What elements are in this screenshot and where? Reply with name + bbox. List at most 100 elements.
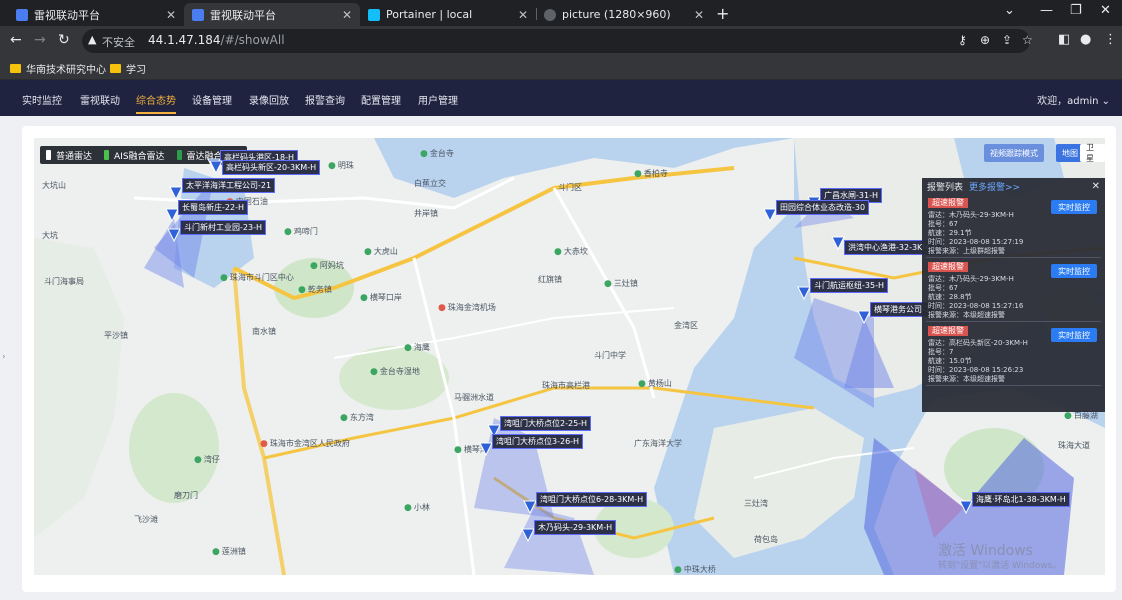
radar-label: 长蜀岛新庄-22-H — [178, 200, 248, 215]
poi-label: 飞沙滩 — [134, 515, 158, 524]
side-panel-icon[interactable]: ◧ — [1058, 32, 1070, 47]
track-mode-button[interactable]: 视频跟踪模式 — [984, 144, 1044, 162]
poi-label: 海鹰 — [404, 342, 430, 353]
browser-tab-2[interactable]: 雷视联动平台 ✕ — [184, 3, 360, 26]
satellite-layer-button[interactable]: 卫星 — [1080, 143, 1105, 163]
alert-source: 报警来源：本级超速报警 — [928, 375, 1005, 383]
portainer-favicon-icon — [368, 8, 380, 21]
url-path: /#/showAll — [220, 33, 285, 47]
legend-item: 普通雷达 — [46, 149, 92, 162]
close-icon[interactable]: ✕ — [518, 8, 528, 22]
nav-user-management[interactable]: 用户管理 — [418, 92, 458, 107]
tab-search-chevron-icon[interactable]: ⌄ — [1004, 3, 1015, 18]
poi-label: 斗门区 — [558, 183, 582, 192]
nav-radar-video-link[interactable]: 雷视联动 — [80, 92, 120, 107]
zoom-icon[interactable]: ⊕ — [980, 33, 990, 47]
alert-item: 超速报警 雷达：高栏码头新区-20-3KM-H 批号：7 航速：15.0节 时间… — [926, 324, 1101, 386]
bookmark-folder[interactable]: 华南技术研究中心 — [10, 61, 106, 76]
windows-watermark-title: 激活 Windows — [938, 543, 1033, 559]
legend-swatch — [104, 150, 110, 160]
nav-config[interactable]: 配置管理 — [361, 92, 401, 107]
live-monitor-button[interactable]: 实时监控 — [1051, 264, 1097, 278]
back-arrow-icon[interactable]: ← — [10, 32, 22, 48]
reload-icon[interactable]: ↻ — [58, 32, 70, 48]
nav-playback[interactable]: 录像回放 — [249, 92, 289, 107]
poi-label: 香柏寺 — [634, 168, 668, 179]
poi-label: 磨刀门 — [174, 491, 198, 500]
app-favicon-icon — [192, 8, 204, 21]
more-menu-icon[interactable]: ⋮ — [1104, 32, 1117, 47]
radar-pin-icon — [165, 208, 179, 222]
alert-panel-title: 报警列表 — [927, 182, 964, 193]
nav-device-management[interactable]: 设备管理 — [192, 92, 232, 107]
collapse-arrow-icon[interactable]: › — [2, 352, 6, 362]
poi-label: 大虎山 — [364, 246, 398, 257]
close-icon[interactable]: ✕ — [694, 8, 704, 22]
radar-label: 木乃码头-29-3KM-H — [534, 520, 617, 535]
live-monitor-button[interactable]: 实时监控 — [1051, 328, 1097, 342]
address-bar[interactable]: ▲ 不安全 44.1.47.184/#/showAll ⚷ ⊕ ⇪ ☆ — [82, 29, 1033, 53]
tab-title: 雷视联动平台 — [34, 8, 100, 22]
map-view[interactable]: 普通雷达 AIS融合雷达 雷达融合雷达 视频跟踪模式 地图 卫星 金台寺 明珠 … — [34, 138, 1105, 575]
poi-label: 明珠 — [328, 160, 354, 171]
poi-label: 马骝洲水道 — [454, 393, 494, 402]
poi-label: 黄杨山 — [638, 378, 672, 389]
bookmark-star-icon[interactable]: ☆ — [1022, 33, 1033, 47]
nav-realtime-monitor[interactable]: 实时监控 — [22, 92, 62, 107]
new-tab-plus-icon[interactable]: + — [716, 4, 729, 23]
windows-watermark-subtitle: 转到"设置"以激活 Windows。 — [938, 561, 1062, 571]
close-icon[interactable]: ✕ — [166, 8, 176, 22]
alert-source: 报警来源：上级群超报警 — [928, 247, 1005, 255]
poi-label: 小林 — [404, 502, 430, 513]
nav-alarm-query[interactable]: 报警查询 — [305, 92, 345, 107]
more-alerts-link[interactable]: 更多报警>> — [969, 180, 1020, 193]
nav-situation[interactable]: 综合态势 — [136, 92, 176, 114]
minimize-icon[interactable]: — — [1040, 3, 1053, 18]
forward-arrow-icon[interactable]: → — [34, 32, 46, 48]
poi-label: 乾务镇 — [298, 284, 332, 295]
folder-icon — [10, 64, 21, 73]
close-icon[interactable]: ✕ — [1092, 181, 1100, 192]
browser-tab-1[interactable]: 雷视联动平台 ✕ — [8, 3, 184, 26]
radar-label: 湾咀门大桥点位6-28-3KM-H — [536, 492, 648, 507]
poi-label: 斗门海事局 — [44, 277, 84, 286]
poi-label: 莲洲镇 — [212, 546, 246, 557]
map-card: 普通雷达 AIS融合雷达 雷达融合雷达 视频跟踪模式 地图 卫星 金台寺 明珠 … — [22, 126, 1116, 592]
warning-icon: ▲ — [88, 33, 97, 46]
radar-label: 海鹰·环岛北1-38-3KM-H — [972, 492, 1070, 507]
close-window-icon[interactable]: ✕ — [1100, 3, 1111, 18]
share-icon[interactable]: ⇪ — [1002, 33, 1012, 47]
globe-favicon-icon — [544, 8, 556, 21]
browser-tab-bar: 雷视联动平台 ✕ 雷视联动平台 ✕ Portainer | local ✕ pi… — [0, 0, 1122, 26]
poi-label: 金台寺湿地 — [370, 366, 420, 377]
bookmark-folder[interactable]: 学习 — [110, 61, 146, 76]
legend-item: AIS融合雷达 — [104, 149, 165, 162]
radar-pin-icon — [167, 228, 181, 242]
legend-swatch — [176, 150, 182, 160]
user-menu[interactable]: 欢迎，admin ⌄ — [1037, 92, 1110, 107]
radar-pin-icon — [831, 236, 845, 250]
browser-toolbar: ← → ↻ ▲ 不安全 44.1.47.184/#/showAll ⚷ ⊕ ⇪ … — [0, 26, 1122, 56]
key-icon[interactable]: ⚷ — [958, 33, 967, 47]
close-icon[interactable]: ✕ — [342, 8, 352, 22]
bookmark-label: 学习 — [126, 65, 146, 76]
radar-label: 湾咀门大桥点位2-25-H — [500, 416, 592, 431]
poi-label: 三灶湾 — [744, 499, 768, 508]
content-area: › 普通雷达 AIS融合雷达 雷达融合雷达 视频跟踪模式 地图 卫星 ● 金台寺… — [0, 116, 1122, 600]
poi-label: 荷包岛 — [754, 535, 778, 544]
app-nav-bar: 实时监控 雷视联动 综合态势 设备管理 录像回放 报警查询 配置管理 用户管理 … — [0, 80, 1122, 116]
poi-label: 平沙镇 — [104, 331, 128, 340]
tab-title: 雷视联动平台 — [210, 8, 276, 22]
legend-label: 普通雷达 — [56, 151, 93, 162]
restore-icon[interactable]: ❐ — [1070, 3, 1082, 18]
tab-title: Portainer | local — [386, 8, 473, 21]
app-favicon-icon — [16, 8, 28, 21]
browser-tab-4[interactable]: picture (1280×960) ✕ — [536, 3, 712, 26]
radar-pin-icon — [169, 186, 183, 200]
radar-label: 田园综合体业态改造-30 — [776, 200, 870, 215]
poi-label: 广东海洋大学 — [634, 439, 682, 448]
alert-badge: 超速报警 — [928, 326, 968, 336]
live-monitor-button[interactable]: 实时监控 — [1051, 200, 1097, 214]
profile-icon[interactable]: ● — [1080, 32, 1091, 47]
browser-tab-3[interactable]: Portainer | local ✕ — [360, 3, 536, 26]
